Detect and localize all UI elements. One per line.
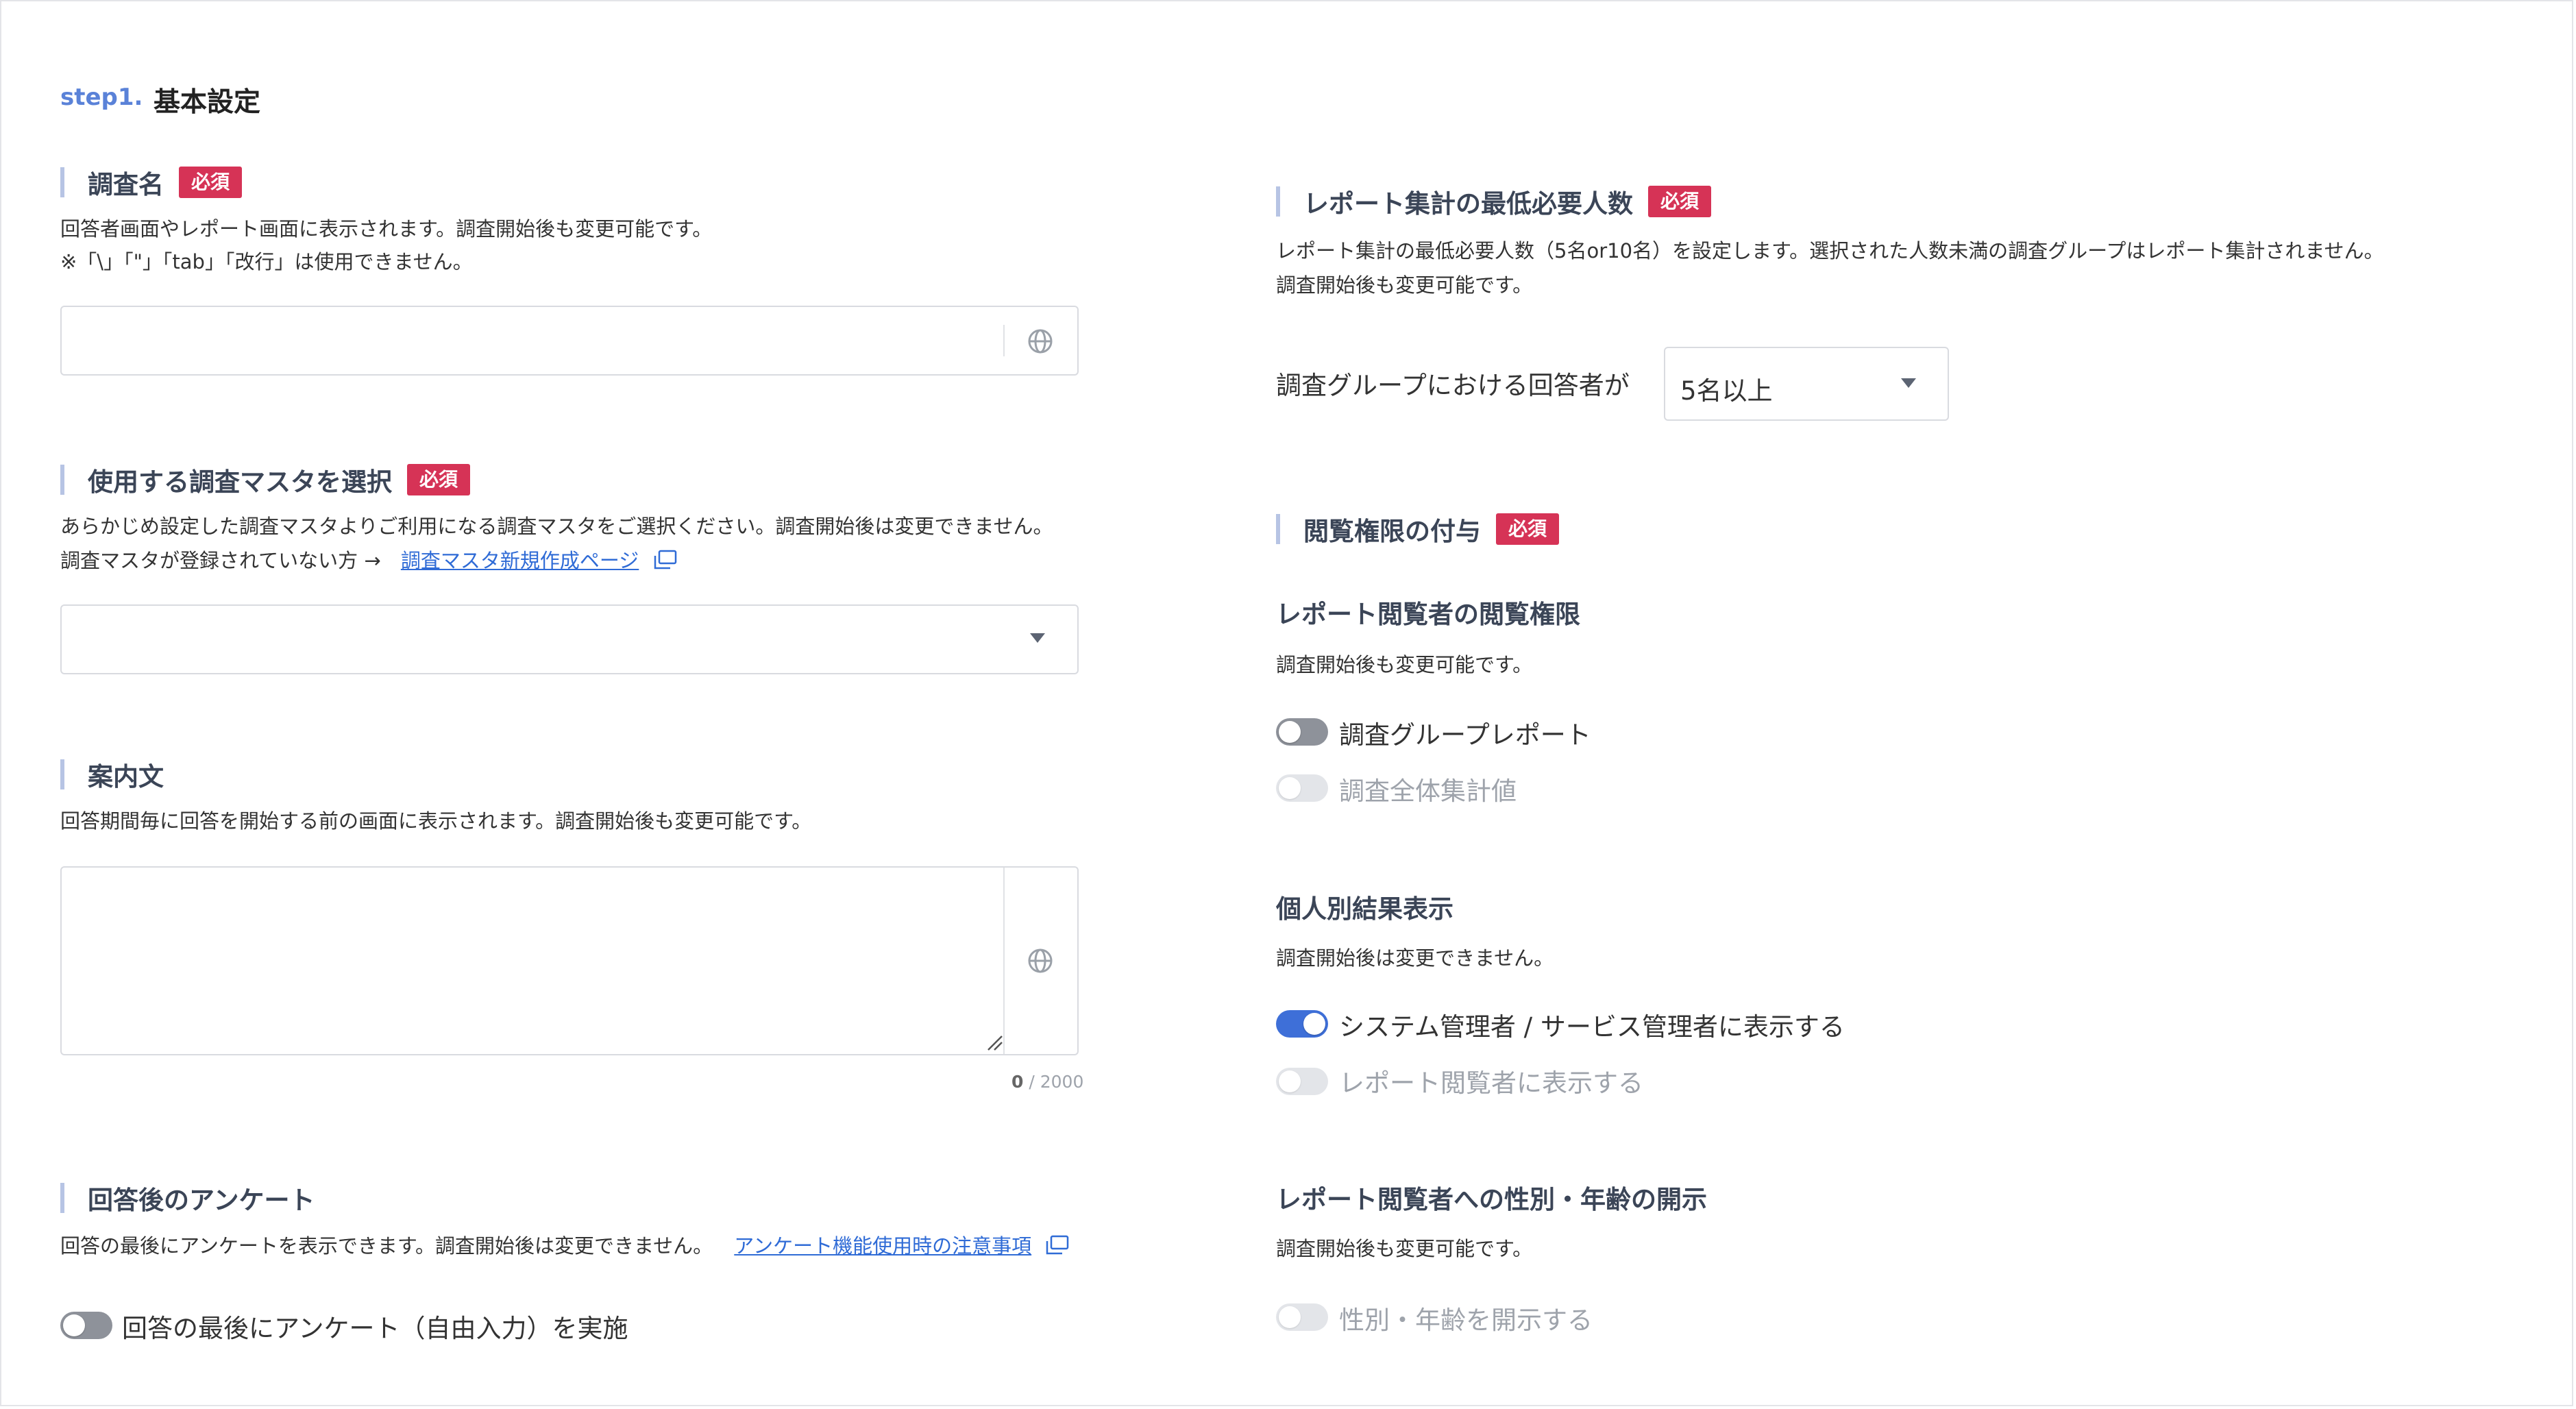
master-desc-2: 調査マスタが登録されていない方 → 調査マスタ新規作成ページ xyxy=(60,544,678,577)
resize-handle-icon[interactable] xyxy=(985,1033,1003,1051)
globe-icon[interactable] xyxy=(1027,947,1054,975)
section-title: 調査名 xyxy=(88,170,164,199)
required-badge: 必須 xyxy=(179,167,243,198)
toggle-knob xyxy=(63,1314,85,1336)
char-count: 0 xyxy=(1011,1072,1024,1092)
min-respondents-value: 5名以上 xyxy=(1680,376,1773,406)
step-title: 基本設定 xyxy=(154,87,261,118)
section-bar xyxy=(60,759,64,789)
toggle-overall-total-label: 調査全体集計値 xyxy=(1339,776,1517,806)
min-respondents-heading: レポート集計の最低必要人数 必須 xyxy=(1276,185,1712,219)
toggle-group-report[interactable] xyxy=(1276,718,1328,746)
toggle-knob xyxy=(1279,777,1301,799)
gender-age-heading: レポート閲覧者への性別・年齢の開示 xyxy=(1276,1185,1707,1214)
post-survey-toggle[interactable] xyxy=(60,1312,112,1339)
chevron-down-icon[interactable] xyxy=(1901,378,1916,388)
post-survey-desc-text: 回答の最後にアンケートを表示できます。調査開始後は変更できません。 xyxy=(60,1234,713,1258)
toggle-knob xyxy=(1279,1070,1301,1092)
master-desc-1: あらかじめ設定した調査マスタよりご利用になる調査マスタをご選択ください。調査開始… xyxy=(60,515,1053,538)
viewer-permission-desc: 調査開始後も変更可能です。 xyxy=(1276,653,1533,676)
post-survey-notice-link[interactable]: アンケート機能使用時の注意事項 xyxy=(734,1234,1031,1258)
toggle-knob xyxy=(1303,1013,1325,1035)
survey-name-desc-2: ※「\」「"」「tab」「改行」は使用できません。 xyxy=(60,250,473,273)
min-respondents-desc-1: レポート集計の最低必要人数（5名or10名）を設定します。選択された人数未満の調… xyxy=(1276,239,2384,262)
guide-desc: 回答期間毎に回答を開始する前の画面に表示されます。調査開始後も変更可能です。 xyxy=(60,809,812,833)
guide-text-field[interactable] xyxy=(75,879,1010,1046)
viewer-permission-heading: レポート閲覧者の閲覧権限 xyxy=(1276,600,1580,629)
individual-results-heading: 個人別結果表示 xyxy=(1276,894,1453,924)
toggle-gender-age[interactable] xyxy=(1276,1303,1328,1331)
character-counter: 0 / 2000 xyxy=(1011,1072,1083,1092)
toggle-show-viewers[interactable] xyxy=(1276,1068,1328,1095)
toggle-show-admins[interactable] xyxy=(1276,1010,1328,1038)
guide-textarea[interactable] xyxy=(60,866,1079,1055)
survey-name-heading: 調査名 必須 xyxy=(60,166,243,199)
section-bar xyxy=(60,1183,64,1213)
section-title: 案内文 xyxy=(88,762,164,792)
toggle-show-viewers-label: レポート閲覧者に表示する xyxy=(1339,1068,1643,1098)
toggle-overall-total[interactable] xyxy=(1276,774,1328,802)
master-desc-prefix: 調査マスタが登録されていない方 → xyxy=(60,549,381,572)
toggle-group-report-label: 調査グループレポート xyxy=(1339,720,1591,750)
external-link-icon[interactable] xyxy=(1044,1235,1070,1255)
section-bar xyxy=(60,167,64,197)
section-title: レポート集計の最低必要人数 xyxy=(1303,189,1633,219)
required-badge: 必須 xyxy=(407,464,471,495)
section-title: 閲覧権限の付与 xyxy=(1303,517,1481,546)
globe-icon[interactable] xyxy=(1027,328,1054,355)
section-bar xyxy=(1276,514,1280,544)
section-title: 回答後のアンケート xyxy=(88,1186,315,1215)
required-badge: 必須 xyxy=(1648,186,1712,217)
input-divider xyxy=(1003,868,1005,1054)
toggle-show-admins-label: システム管理者 / サービス管理者に表示する xyxy=(1339,1012,1845,1042)
permissions-heading: 閲覧権限の付与 必須 xyxy=(1276,513,1560,546)
guide-heading: 案内文 xyxy=(60,758,164,792)
post-survey-desc: 回答の最後にアンケートを表示できます。調査開始後は変更できません。 アンケート機… xyxy=(60,1229,1070,1262)
min-respondents-desc-2: 調査開始後も変更可能です。 xyxy=(1276,273,1533,297)
step-label: step1. xyxy=(60,84,143,111)
section-bar xyxy=(1276,186,1280,217)
survey-name-text-field[interactable] xyxy=(75,319,1010,362)
min-respondents-select-label: 調査グループにおける回答者が xyxy=(1276,371,1630,400)
chevron-down-icon[interactable] xyxy=(1030,633,1045,643)
survey-name-input[interactable] xyxy=(60,306,1079,376)
section-bar xyxy=(60,465,64,495)
post-survey-toggle-label: 回答の最後にアンケート（自由入力）を実施 xyxy=(122,1314,628,1343)
post-survey-heading: 回答後のアンケート xyxy=(60,1181,315,1215)
external-link-icon[interactable] xyxy=(652,550,678,570)
char-max: / 2000 xyxy=(1029,1072,1084,1092)
individual-results-desc: 調査開始後は変更できません。 xyxy=(1276,946,1554,970)
section-title: 使用する調査マスタを選択 xyxy=(88,467,392,497)
survey-name-desc-1: 回答者画面やレポート画面に表示されます。調査開始後も変更可能です。 xyxy=(60,217,713,241)
toggle-gender-age-label: 性別・年齢を開示する xyxy=(1339,1306,1593,1335)
master-create-link[interactable]: 調査マスタ新規作成ページ xyxy=(401,549,639,572)
required-badge: 必須 xyxy=(1496,513,1560,545)
toggle-knob xyxy=(1279,1306,1301,1328)
master-heading: 使用する調査マスタを選択 必須 xyxy=(60,463,471,497)
gender-age-desc: 調査開始後も変更可能です。 xyxy=(1276,1237,1533,1260)
input-divider xyxy=(1003,325,1005,356)
master-select[interactable] xyxy=(60,604,1079,674)
toggle-knob xyxy=(1279,721,1301,743)
